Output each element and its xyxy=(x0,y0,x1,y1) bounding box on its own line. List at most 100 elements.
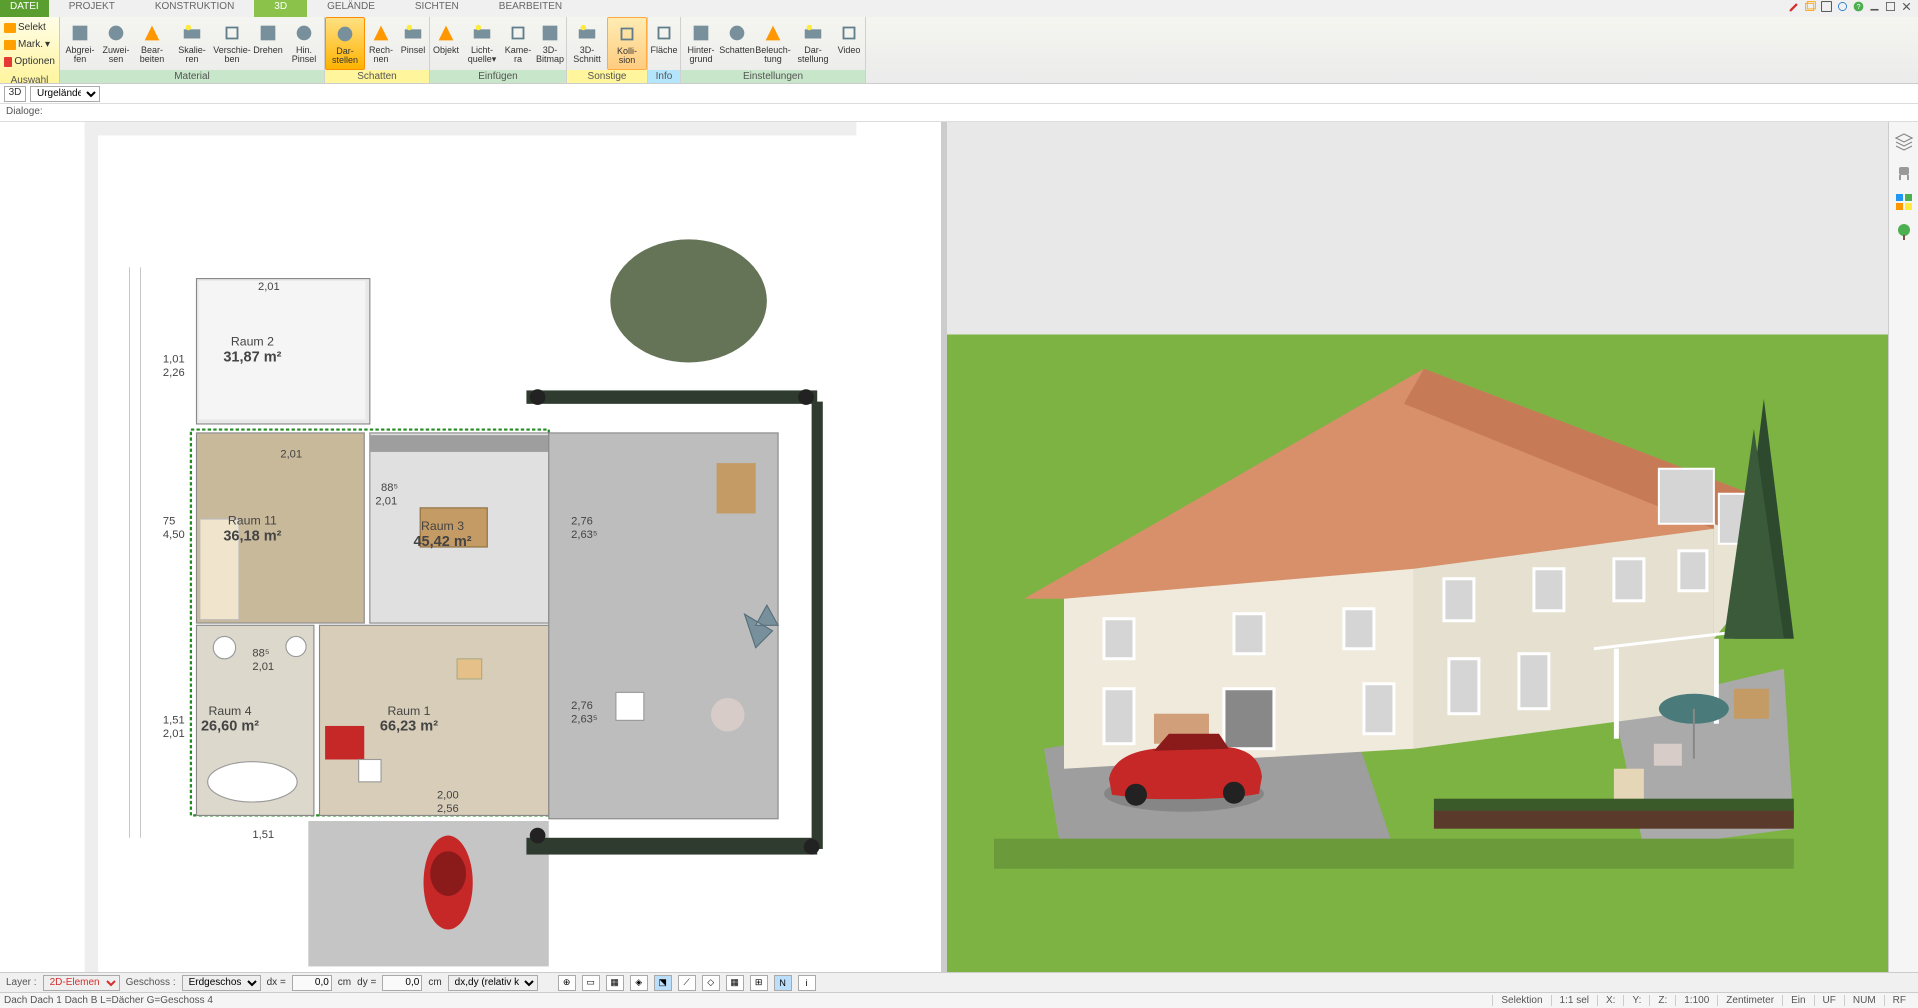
target-icon[interactable]: ⊕ xyxy=(558,975,576,991)
ribbon-btn-schatten[interactable]: Schatten xyxy=(721,17,753,70)
terrain-select[interactable]: Urgelände xyxy=(30,86,100,102)
dim-text: 1,51 xyxy=(163,715,185,727)
coord-mode-select[interactable]: dx,dy (relativ ka xyxy=(448,975,538,991)
3d-view[interactable] xyxy=(947,122,1888,972)
ribbon-btn-bearbeiten[interactable]: Bear-beiten xyxy=(132,17,172,70)
ribbon-btn-label: Kame-ra xyxy=(505,46,532,65)
ribbon-btn-abgreifen[interactable]: Abgrei-fen xyxy=(60,17,100,70)
ribbon-btn-video[interactable]: Video xyxy=(833,17,865,70)
dim-text: 2,01 xyxy=(252,661,274,673)
restore-icon[interactable] xyxy=(1804,0,1817,13)
layers-icon[interactable] xyxy=(1894,132,1914,152)
dim-text: 88⁵ xyxy=(381,482,398,494)
room-name: Raum 11 xyxy=(228,514,277,528)
status-bar: Dach Dach 1 Dach B L=Dächer G=Geschoss 4… xyxy=(0,992,1918,1008)
grid-icon[interactable]: ▦ xyxy=(726,975,744,991)
ribbon-group-einfügen: ObjektLicht-quelle▾Kame-ra3D-BitmapEinfü… xyxy=(430,17,567,83)
menu-file[interactable]: DATEI xyxy=(0,0,49,17)
snap4-icon[interactable]: ⟋ xyxy=(678,975,696,991)
view-mode-select[interactable]: 3D xyxy=(4,86,26,102)
ribbon-btn-dschnitt[interactable]: 3D-Schnitt xyxy=(567,17,607,70)
axis-icon[interactable]: ⊞ xyxy=(750,975,768,991)
options-mode[interactable]: Optionen xyxy=(2,53,57,70)
snap1-icon[interactable]: ▦ xyxy=(606,975,624,991)
help-icon[interactable]: ? xyxy=(1852,0,1865,13)
dx-input[interactable] xyxy=(292,975,332,991)
ribbon-btn-darstellen[interactable]: Dar-stellen xyxy=(325,17,365,70)
ribbon-btn-label: Beleuch-tung xyxy=(755,46,791,65)
status-path: Dach Dach 1 Dach B L=Dächer G=Geschoss 4 xyxy=(4,995,1492,1006)
ribbon-btn-label: Skalie-ren xyxy=(178,46,206,65)
menu-tab-bearbeiten[interactable]: BEARBEITEN xyxy=(479,0,582,17)
menu-tab-gelaende[interactable]: GELÄNDE xyxy=(307,0,395,17)
ribbon-btn-label: Licht-quelle▾ xyxy=(468,46,497,65)
n-icon[interactable]: N xyxy=(774,975,792,991)
i-icon[interactable]: i xyxy=(798,975,816,991)
ribbon-group-einstellungen: Hinter-grund SchattenBeleuch-tung Dar-stel… xyxy=(681,17,866,83)
dim-text: 2,00 xyxy=(437,790,459,802)
ribbon-btn-zuweisen[interactable]: Zuwei-sen xyxy=(100,17,132,70)
chair-icon[interactable] xyxy=(1894,162,1914,182)
ribbon-btn-kamera[interactable]: Kame-ra xyxy=(502,17,534,70)
settings-icon[interactable] xyxy=(1836,0,1849,13)
right-sidebar xyxy=(1888,122,1918,972)
ribbon-btn-label: Zuwei-sen xyxy=(102,46,129,65)
dim-text: 4,50 xyxy=(163,529,185,541)
menu-tab-sichten[interactable]: SICHTEN xyxy=(395,0,479,17)
pencil-icon[interactable] xyxy=(1788,0,1801,13)
menu-tab-konstruktion[interactable]: KONSTRUKTION xyxy=(135,0,254,17)
storey-select[interactable]: Erdgeschos xyxy=(182,975,261,991)
ribbon-btn-label: Hinter-grund xyxy=(687,46,714,65)
ribbon-btn-darstellung[interactable]: Dar-stellung xyxy=(793,17,833,70)
maximize-icon[interactable] xyxy=(1884,0,1897,13)
screen-icon[interactable]: ▭ xyxy=(582,975,600,991)
room-name: Raum 3 xyxy=(421,519,464,533)
fullscreen-icon[interactable] xyxy=(1820,0,1833,13)
mark-mode[interactable]: Mark.▾ xyxy=(2,36,57,53)
ribbon-btn-verschieben[interactable]: Verschie-ben xyxy=(212,17,252,70)
minimize-icon[interactable] xyxy=(1868,0,1881,13)
ribbon-btn-rechnen[interactable]: Rech-nen xyxy=(365,17,397,70)
ribbon-btn-label: Dar-stellen xyxy=(332,47,358,66)
ribbon-btn-flche[interactable]: Fläche xyxy=(648,17,680,70)
ribbon-btn-beleuchtung[interactable]: Beleuch-tung xyxy=(753,17,793,70)
menu-tab-3d[interactable]: 3D xyxy=(254,0,307,17)
ribbon-btn-label: 3D-Bitmap xyxy=(536,46,564,65)
palette-icon[interactable] xyxy=(1894,192,1914,212)
ribbon-btn-skalieren[interactable]: Skalie-ren xyxy=(172,17,212,70)
dim-text: 2,01 xyxy=(375,496,397,508)
ribbon-btn-lichtquelle[interactable]: Licht-quelle▾ xyxy=(462,17,502,70)
storey-label: Geschoss : xyxy=(126,977,176,988)
title-icons: ? xyxy=(1788,0,1918,17)
dy-input[interactable] xyxy=(382,975,422,991)
status-x: X: xyxy=(1597,995,1623,1006)
ribbon-btn-label: Kolli-sion xyxy=(617,47,637,66)
dim-text: 2,63⁵ xyxy=(571,714,597,726)
status-selcount: 1:1 sel xyxy=(1551,995,1597,1006)
ribbon-group-material: Abgrei-fenZuwei-senBear-beiten Skalie-ren… xyxy=(60,17,325,83)
ribbon-btn-objekt[interactable]: Objekt xyxy=(430,17,462,70)
ribbon-group-label: Schatten xyxy=(325,70,429,83)
room-name: Raum 2 xyxy=(231,335,274,349)
ribbon-btn-label: Pinsel xyxy=(401,46,426,55)
select-mode[interactable]: Selekt xyxy=(2,19,57,36)
ribbon-btn-hinpinsel[interactable]: Hin.Pinsel xyxy=(284,17,324,70)
ribbon-btn-hintergrund[interactable]: Hinter-grund xyxy=(681,17,721,70)
room-name: Raum 4 xyxy=(209,704,252,718)
layer-select[interactable]: 2D-Elemen xyxy=(43,975,120,991)
close-icon[interactable] xyxy=(1900,0,1913,13)
floorplan-view[interactable]: Raum 231,87 m²Raum 1136,18 m²Raum 345,42… xyxy=(0,122,947,972)
ribbon-btn-pinsel[interactable]: Pinsel xyxy=(397,17,429,70)
ribbon-btn-kollision[interactable]: Kolli-sion xyxy=(607,17,647,70)
dx-label: dx = xyxy=(267,977,286,988)
ribbon-btn-drehen[interactable]: Drehen xyxy=(252,17,284,70)
ribbon-btn-label: Objekt xyxy=(433,46,459,55)
snap3-icon[interactable]: ⬔ xyxy=(654,975,672,991)
ribbon-btn-dbitmap[interactable]: 3D-Bitmap xyxy=(534,17,566,70)
menu-tab-projekt[interactable]: PROJEKT xyxy=(49,0,135,17)
tree-icon[interactable] xyxy=(1894,222,1914,242)
floorplan-svg: Raum 231,87 m²Raum 1136,18 m²Raum 345,42… xyxy=(0,122,941,972)
ribbon-btn-label: Dar-stellung xyxy=(797,46,828,65)
snap5-icon[interactable]: ◇ xyxy=(702,975,720,991)
snap2-icon[interactable]: ◈ xyxy=(630,975,648,991)
